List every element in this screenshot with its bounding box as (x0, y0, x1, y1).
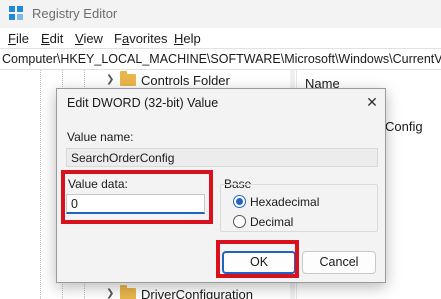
close-icon[interactable]: ✕ (363, 93, 381, 111)
menu-bar: File Edit View Favorites Help (0, 28, 441, 48)
tree-item-driver-configuration[interactable]: ❯ DriverConfiguration (0, 284, 296, 299)
menu-edit[interactable]: Edit (41, 31, 63, 46)
tree-item-label: DriverConfiguration (141, 287, 253, 299)
radio-selected-icon[interactable] (233, 195, 246, 208)
radio-unselected-icon[interactable] (233, 215, 246, 228)
title-bar: Registry Editor (0, 0, 441, 28)
value-data-highlight (61, 170, 213, 224)
menu-help[interactable]: Help (174, 31, 201, 46)
list-item-name[interactable]: Config (385, 119, 423, 134)
dialog-title: Edit DWORD (32-bit) Value (67, 96, 219, 110)
registry-editor-icon (9, 6, 23, 20)
chevron-right-icon[interactable]: ❯ (106, 288, 114, 299)
radio-decimal-label: Decimal (250, 215, 294, 229)
menu-view[interactable]: View (75, 31, 103, 46)
tree-guide-line (40, 70, 41, 299)
address-path[interactable]: Computer\HKEY_LOCAL_MACHINE\SOFTWARE\Mic… (2, 52, 441, 66)
value-name-label: Value name: (67, 130, 134, 144)
tree-item-label: Controls Folder (141, 73, 230, 88)
value-name-field: SearchOrderConfig (66, 148, 378, 167)
address-bar[interactable]: Computer\HKEY_LOCAL_MACHINE\SOFTWARE\Mic… (0, 48, 441, 70)
menu-file[interactable]: File (8, 31, 29, 46)
folder-icon (120, 71, 136, 86)
menu-favorites[interactable]: Favorites (114, 31, 167, 46)
chevron-right-icon[interactable]: ❯ (106, 74, 114, 85)
radio-hexadecimal-label: Hexadecimal (250, 195, 320, 209)
folder-icon (120, 285, 136, 299)
ok-button-highlight (216, 240, 299, 278)
cancel-button[interactable]: Cancel (302, 251, 376, 274)
window-title: Registry Editor (32, 6, 118, 21)
tree-item-controls-folder[interactable]: ❯ Controls Folder (0, 70, 296, 90)
